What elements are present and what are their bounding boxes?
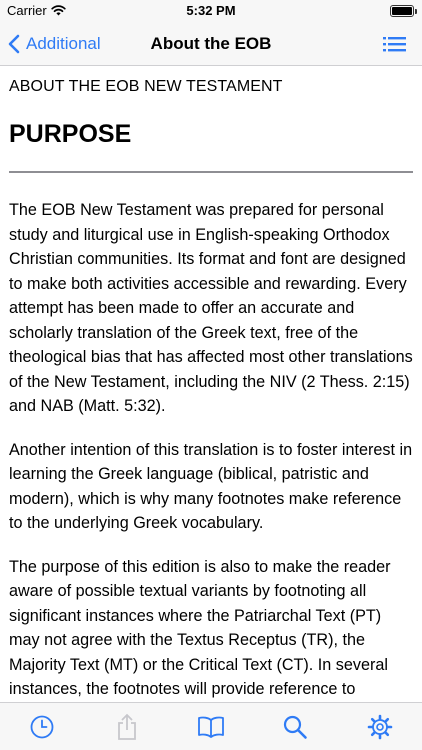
paragraph-2: Another intention of this translation is… [9,440,413,533]
back-button-label: Additional [26,34,101,53]
history-tab[interactable] [22,707,62,747]
settings-tab[interactable] [360,707,400,747]
gear-icon [367,714,393,739]
book-icon [198,716,224,738]
content-area[interactable]: ABOUT THE EOB NEW TESTAMENT PURPOSE The … [0,67,422,703]
section-heading: ABOUT THE EOB NEW TESTAMENT [9,78,283,95]
bookmarks-tab[interactable] [191,707,231,747]
clock-icon [30,715,54,738]
navigation-bar: Additional About the EOB [0,22,422,66]
search-icon [284,715,308,739]
status-bar: Carrier 5:32 PM [0,0,422,22]
list-icon [383,37,406,52]
purpose-title: PURPOSE [9,120,132,148]
paragraph-1: The EOB New Testament was prepared for p… [9,201,413,415]
screen: Carrier 5:32 PM Additional About the EOB [0,0,422,750]
search-tab[interactable] [275,707,315,747]
chevron-left-icon [8,34,20,54]
back-button[interactable]: Additional [8,30,101,58]
paragraph-3: The purpose of this edition is also to m… [9,557,391,699]
divider [9,171,413,173]
share-icon [117,713,136,740]
battery-icon [390,5,417,17]
list-menu-button[interactable] [382,33,408,55]
status-time: 5:32 PM [186,3,236,18]
battery-tip [415,9,417,14]
share-tab[interactable] [107,707,147,747]
tab-bar [0,702,422,750]
battery-level [392,7,412,15]
